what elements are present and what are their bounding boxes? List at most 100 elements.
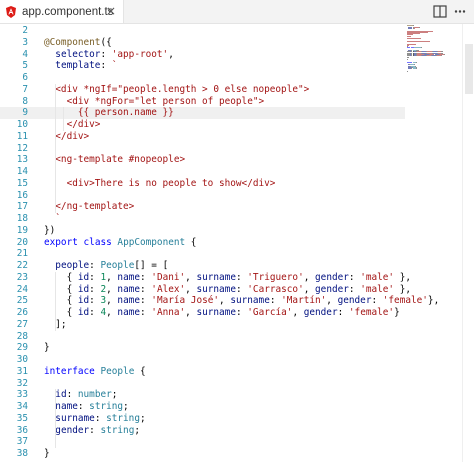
code-line[interactable]: 38}: [0, 448, 405, 460]
code-line[interactable]: 12: [0, 143, 405, 155]
indent-guide: [63, 107, 64, 131]
code-line[interactable]: 6: [0, 72, 405, 84]
code-token: </div>: [44, 130, 90, 142]
line-number: 38: [16, 448, 28, 459]
code-token: name: [55, 401, 78, 412]
code-line[interactable]: 18 `: [0, 213, 405, 225]
code-line[interactable]: 35 surname: string;: [0, 413, 405, 425]
code-line[interactable]: 14: [0, 166, 405, 178]
code-token: <div>There is no people to show</div>: [44, 177, 276, 189]
indent-guide: [55, 166, 56, 213]
line-number: 4: [22, 48, 28, 60]
code-line[interactable]: 19}): [0, 225, 405, 237]
code-line[interactable]: 31 interface People {: [0, 366, 405, 378]
minimap-token: [407, 59, 408, 61]
code-line[interactable]: 13 <ng-template #nopeople>: [0, 154, 405, 166]
code-token: :: [348, 271, 361, 283]
code-token: class: [83, 236, 112, 248]
scrollbar-thumb[interactable]: [465, 44, 473, 94]
line-number: 24: [16, 283, 28, 295]
code-line[interactable]: 30: [0, 354, 405, 366]
code-line[interactable]: 33 id: number;: [0, 389, 405, 401]
code-line[interactable]: 8 <div *ngFor="let person of people">: [0, 96, 405, 108]
code-line[interactable]: 3 @Component({: [0, 37, 405, 49]
code-token: :: [77, 401, 90, 412]
code-token: People: [100, 365, 135, 377]
code-token: ,: [185, 307, 197, 318]
line-number: 20: [16, 236, 28, 248]
code-token: :: [337, 307, 349, 318]
vertical-scrollbar[interactable]: [462, 24, 474, 462]
code-line[interactable]: 15 <div>There is no people to show</div>: [0, 178, 405, 190]
code-line[interactable]: 36 gender: string;: [0, 425, 405, 437]
code-token: id: [55, 389, 67, 401]
code-token: name: [117, 283, 140, 295]
code-token: },: [394, 271, 412, 283]
code-line[interactable]: 21: [0, 248, 405, 260]
line-number: 14: [16, 166, 28, 177]
code-line[interactable]: 11 </div>: [0, 131, 405, 143]
code-text: export class AppComponent {: [44, 237, 196, 249]
line-number: 28: [16, 330, 28, 342]
code-token: id: [77, 283, 90, 295]
code-token: gender: [315, 271, 349, 283]
code-line[interactable]: 4 selector: 'app-root',: [0, 49, 405, 61]
code-token: :: [348, 283, 361, 295]
code-text: { id: 3, name: 'María José', surname: 'M…: [44, 295, 440, 307]
code-text: <div *ngFor="let person of people">: [44, 96, 265, 108]
code-token: ,: [106, 295, 118, 307]
code-line[interactable]: 10 </div>: [0, 119, 405, 131]
code-text: </div>: [44, 119, 101, 131]
code-line[interactable]: 24 { id: 2, name: 'Alex', surname: 'Carr…: [0, 283, 411, 296]
line-number: 13: [16, 154, 28, 166]
line-number: 35: [16, 412, 28, 424]
code-line[interactable]: 17 </ng-template>: [0, 201, 405, 213]
code-line[interactable]: 23 { id: 1, name: 'Dani', surname: 'Trig…: [0, 271, 411, 284]
code-token: {: [134, 365, 146, 377]
code-token: :: [89, 271, 101, 283]
code-line[interactable]: 37: [0, 436, 405, 448]
code-text: selector: 'app-root',: [44, 49, 174, 61]
code-editor[interactable]: 2 3 @Component({4 selector: 'app-root', 5 t…: [0, 24, 474, 462]
minimap-token: [441, 55, 443, 57]
code-token: 'Triguero': [247, 271, 304, 283]
code-line[interactable]: 26 { id: 4, name: 'Anna', surname: 'Garc…: [0, 307, 405, 319]
code-line[interactable]: 27 ];: [0, 319, 405, 331]
code-token: People: [100, 260, 135, 271]
code-text: name: string;: [44, 401, 128, 413]
code-token: }): [44, 224, 56, 236]
code-text: }: [44, 448, 50, 460]
minimap-token: [415, 68, 417, 70]
code-line[interactable]: 32: [0, 378, 405, 390]
code-token: ;: [111, 389, 118, 401]
code-token: :: [89, 283, 101, 295]
code-line[interactable]: 16: [0, 190, 405, 202]
code-line[interactable]: 25 { id: 3, name: 'María José', surname:…: [0, 295, 440, 307]
code-line[interactable]: 28: [0, 331, 405, 343]
code-line[interactable]: 7 <div *ngIf="people.length > 0 else nop…: [0, 84, 405, 96]
minimap-token: [407, 40, 430, 42]
minimap-token: [407, 47, 411, 49]
close-icon[interactable]: ×: [106, 4, 116, 18]
code-token: ,: [168, 48, 174, 60]
code-line[interactable]: 29}: [0, 342, 405, 354]
code-token: name: [117, 271, 140, 283]
code-line[interactable]: 9 {{ person.name }}: [0, 107, 405, 119]
code-token: :: [371, 295, 383, 307]
minimap[interactable]: [407, 24, 459, 74]
code-token: :: [100, 60, 112, 72]
code-line[interactable]: 34 name: string;: [0, 401, 405, 413]
split-editor-icon[interactable]: [433, 5, 447, 18]
code-line[interactable]: 5 template: `: [0, 60, 405, 72]
code-line[interactable]: 22 people: People[] = [: [0, 260, 405, 272]
more-actions-icon[interactable]: [453, 5, 467, 18]
code-line[interactable]: 2: [0, 25, 405, 37]
indent-guide: [55, 271, 56, 331]
line-number: 37: [16, 436, 28, 448]
code-line[interactable]: 20 export class AppComponent {: [0, 237, 405, 249]
editor-tab[interactable]: app.component.ts ×: [0, 0, 124, 23]
code-token: ,: [106, 283, 118, 295]
code-token: surname: [230, 295, 270, 307]
